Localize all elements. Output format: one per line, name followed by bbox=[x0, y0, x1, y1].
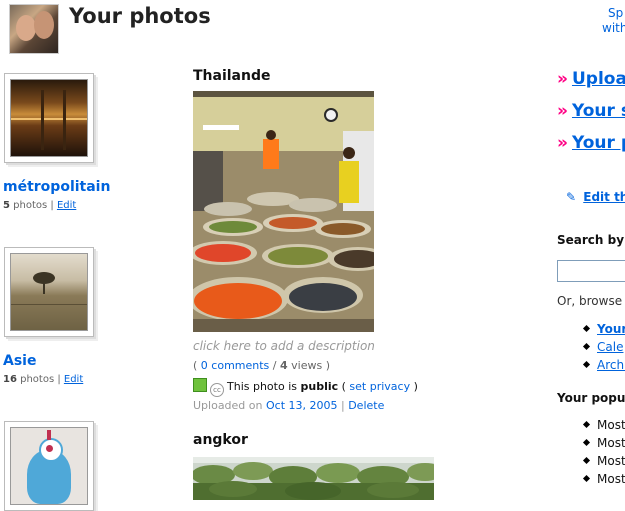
set-edit-link[interactable]: Edit bbox=[64, 374, 83, 385]
public-icon bbox=[193, 378, 207, 392]
photo-upload-info: Uploaded on Oct 13, 2005 | Delete bbox=[193, 399, 385, 412]
photo-description-hint[interactable]: click here to add a description bbox=[193, 339, 375, 353]
corner-promo-text[interactable]: Sp with bbox=[602, 6, 625, 36]
set-privacy-link[interactable]: set privacy bbox=[349, 380, 410, 393]
upload-date-link[interactable]: Oct 13, 2005 bbox=[266, 399, 338, 412]
comments-link[interactable]: 0 comments bbox=[201, 359, 270, 372]
photo-title[interactable]: Thailande bbox=[193, 68, 271, 84]
page-title: Your photos bbox=[69, 4, 211, 28]
set-meta-metropolitain: 5 photos | Edit bbox=[3, 200, 77, 211]
pencil-icon: ✎ bbox=[566, 190, 577, 204]
popular-heading: Your popula bbox=[557, 391, 625, 405]
photo-angkor-image bbox=[193, 457, 434, 500]
photo-image[interactable] bbox=[193, 457, 434, 500]
browse-item-calendar[interactable]: Cale bbox=[582, 340, 623, 354]
popular-item[interactable]: Most bbox=[582, 418, 625, 432]
browse-item-archives[interactable]: Archi bbox=[582, 358, 625, 372]
browse-item-your[interactable]: Your bbox=[582, 322, 625, 336]
photo-thailande-image bbox=[193, 91, 374, 332]
set-thumbnail-3[interactable] bbox=[4, 421, 94, 511]
user-avatar[interactable] bbox=[9, 4, 59, 54]
upload-link[interactable]: »Upload bbox=[557, 69, 625, 89]
popular-item[interactable]: Most bbox=[582, 436, 625, 450]
delete-link[interactable]: Delete bbox=[348, 399, 384, 412]
set-thumbnail-metropolitain[interactable] bbox=[4, 73, 94, 163]
edit-link[interactable]: ✎ Edit the bbox=[566, 190, 625, 204]
popular-item[interactable]: Most bbox=[582, 454, 625, 468]
photo-title[interactable]: angkor bbox=[193, 432, 248, 448]
browse-by-text: Or, browse b bbox=[557, 294, 625, 308]
photo-stats: ( 0 comments / 4 views ) bbox=[193, 359, 331, 372]
set-thumbnail-asie[interactable] bbox=[4, 247, 94, 337]
search-by-tag-heading: Search by ta bbox=[557, 233, 625, 247]
set-title-metropolitain[interactable]: métropolitain bbox=[3, 179, 110, 195]
set-title-asie[interactable]: Asie bbox=[3, 353, 36, 369]
photo-privacy: cc This photo is public ( set privacy ) bbox=[193, 378, 418, 397]
popular-item[interactable]: Most bbox=[582, 472, 625, 486]
your-profile-link[interactable]: »Your p bbox=[557, 133, 625, 153]
tag-search-input[interactable] bbox=[557, 260, 625, 282]
set-edit-link[interactable]: Edit bbox=[57, 200, 76, 211]
your-sets-link[interactable]: »Your s bbox=[557, 101, 625, 121]
creative-commons-icon: cc bbox=[210, 383, 224, 397]
set-meta-asie: 16 photos | Edit bbox=[3, 374, 84, 385]
photo-image[interactable] bbox=[193, 91, 374, 332]
